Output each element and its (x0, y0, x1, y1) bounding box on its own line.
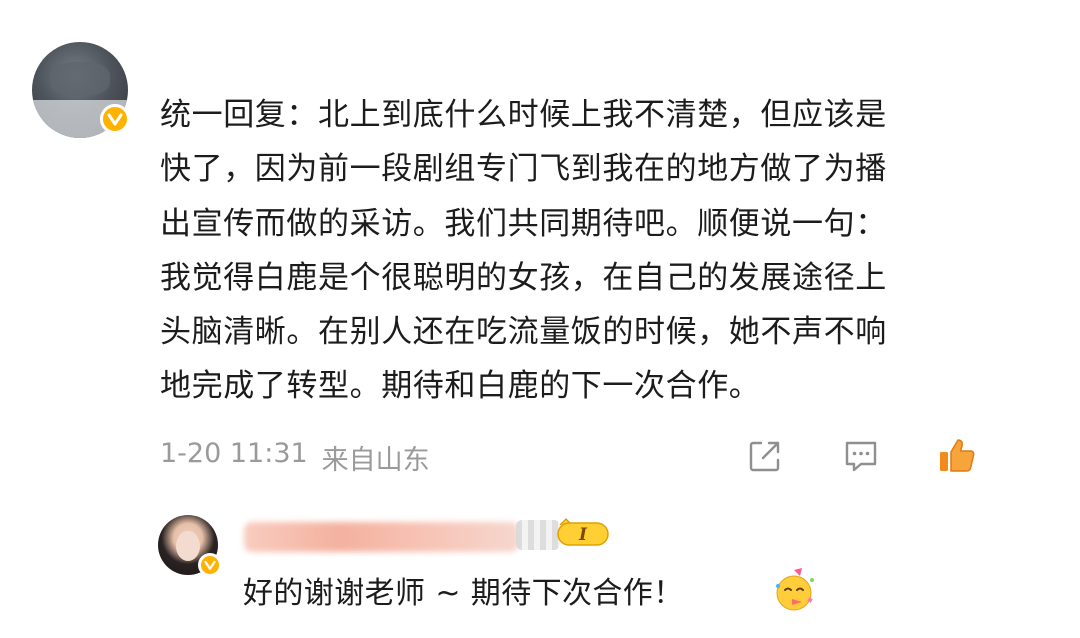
comment-line: 头脑清晰。在别人还在吃流量饭的时候，她不声不响 (160, 314, 887, 351)
comment-meta: 1-20 11:31 来自山东 (160, 438, 430, 477)
comment-button[interactable] (839, 434, 883, 478)
level-badge-text: I (578, 525, 588, 545)
verified-badge-icon (100, 104, 130, 134)
commenter-avatar[interactable] (32, 42, 130, 138)
verified-badge-icon (198, 553, 222, 577)
comment-icon (845, 441, 877, 472)
like-button[interactable] (935, 434, 979, 478)
comment-line: 快了，因为前一段剧组专门飞到我在的地方做了为播 (160, 151, 887, 188)
reply-avatar[interactable] (158, 515, 222, 577)
party-face-emoji-icon (776, 568, 814, 611)
comment-line: 地完成了转型。期待和白鹿的下一次合作。 (160, 368, 761, 405)
comment-body: 统一回复：北上到底什么时候上我不清楚，但应该是 快了，因为前一段剧组专门飞到我在… (160, 88, 1040, 414)
share-icon (749, 441, 780, 472)
redacted-mosaic (516, 520, 560, 550)
level-badge-icon: I (557, 518, 609, 546)
comment-line: 出宣传而做的采访。我们共同期待吧。顺便说一句： (160, 205, 887, 242)
comment-timestamp: 1-20 11:31 (160, 438, 308, 469)
comment-location: 来自山东 (321, 445, 430, 476)
thumbs-up-icon (940, 439, 975, 472)
reply-text: 好的谢谢老师 ~ 期待下次合作！ (243, 576, 684, 611)
share-button[interactable] (743, 434, 787, 478)
comment-line: 我觉得白鹿是个很聪明的女孩，在自己的发展途径上 (160, 259, 887, 296)
reply-username-redacted[interactable] (244, 522, 519, 552)
comment-line: 统一回复：北上到底什么时候上我不清楚，但应该是 (160, 97, 887, 133)
